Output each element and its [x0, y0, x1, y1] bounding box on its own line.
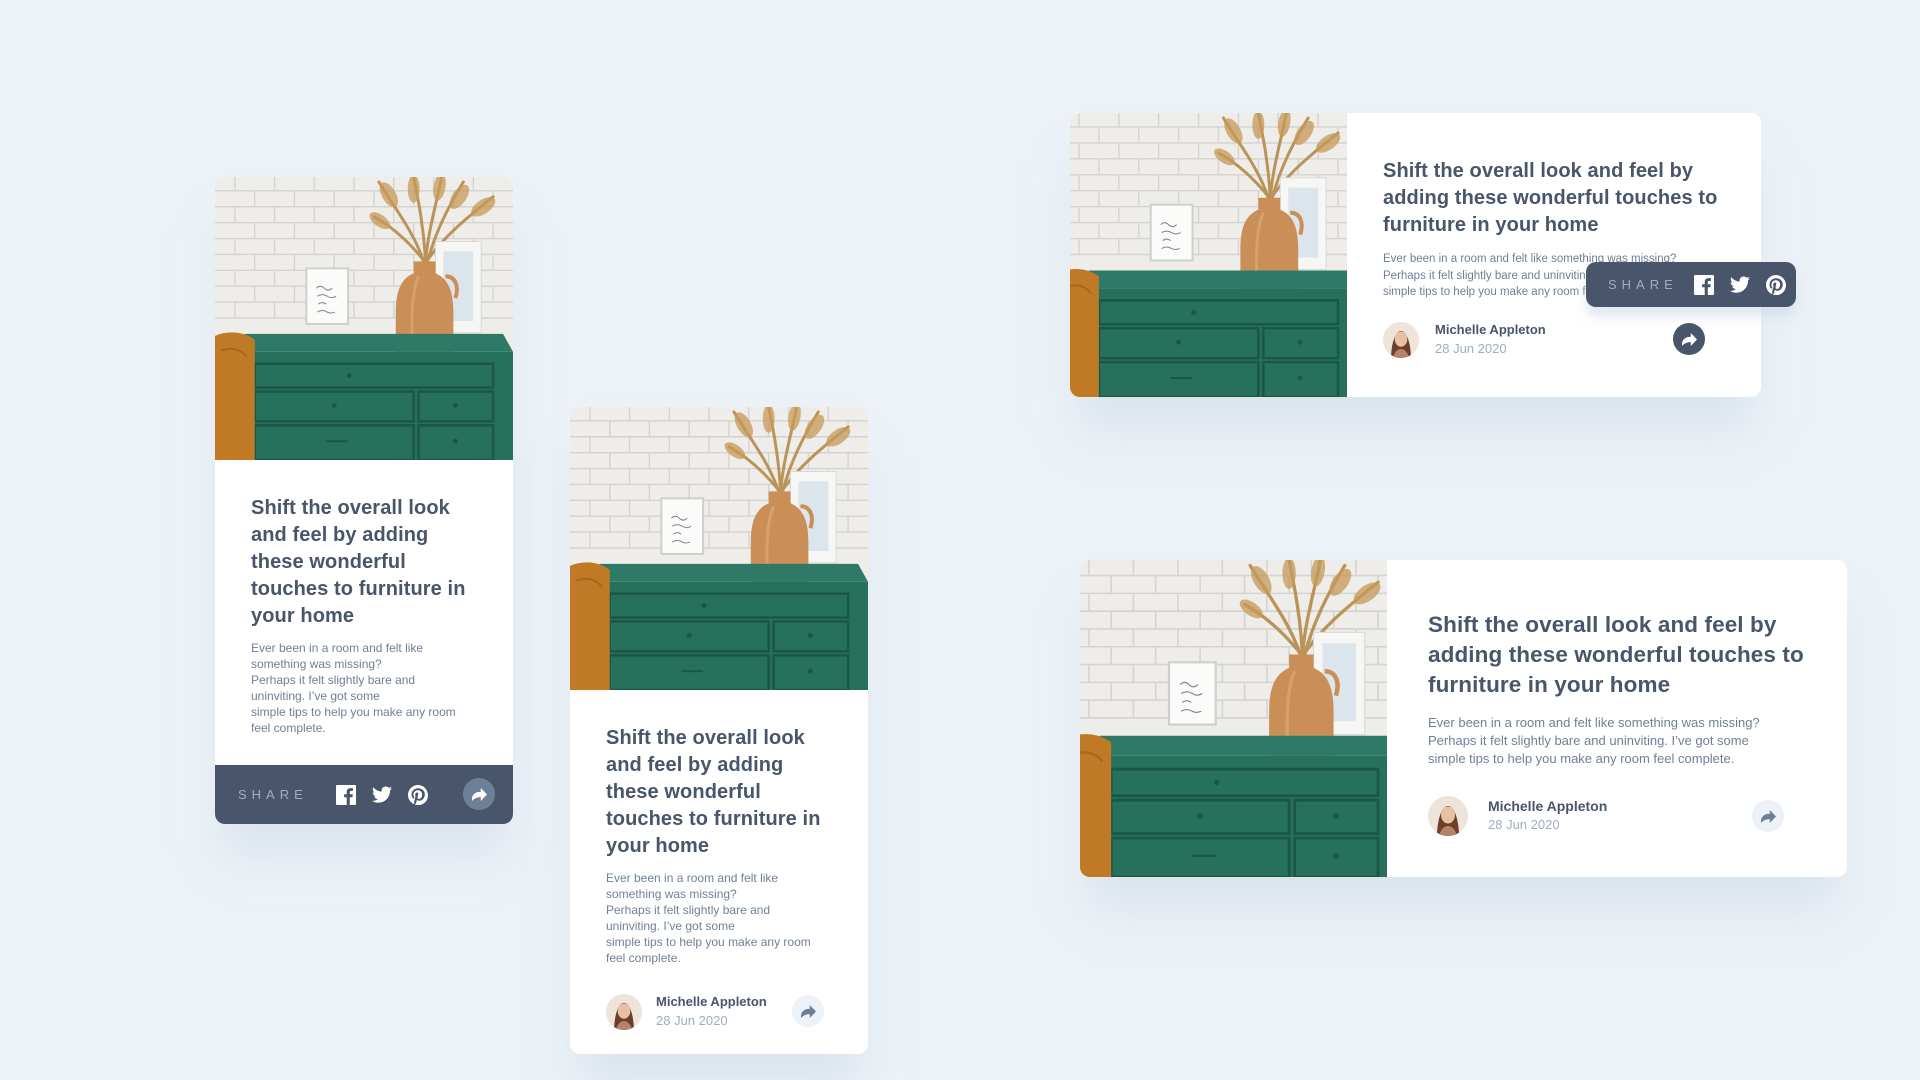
share-arrow-icon: [1760, 809, 1776, 823]
facebook-icon[interactable]: [335, 784, 356, 805]
article-image: [1080, 560, 1387, 877]
pinterest-icon[interactable]: [407, 784, 428, 805]
share-arrow-icon: [800, 1004, 816, 1018]
article-title: Shift the overall look and feel by addin…: [1383, 160, 1718, 236]
share-tooltip: SHARE: [1586, 262, 1796, 307]
share-arrow-icon: [471, 787, 487, 801]
article-title: Shift the overall look and feel by addin…: [1428, 612, 1804, 697]
avatar: [1428, 796, 1468, 836]
article-description: Ever been in a room and felt like someth…: [606, 870, 834, 966]
article-image: [1070, 113, 1347, 397]
author-meta: Michelle Appleton 28 Jun 2020: [1435, 321, 1546, 359]
social-icons: [335, 784, 428, 805]
share-button[interactable]: [463, 778, 495, 810]
article-card-desktop-share-active: Shift the overall look and feel by addin…: [1070, 113, 1761, 397]
desc-line: something was missing?: [251, 657, 382, 671]
share-label: SHARE: [1608, 277, 1678, 292]
share-button[interactable]: [792, 995, 824, 1027]
share-label: SHARE: [238, 787, 308, 802]
publish-date: 28 Jun 2020: [1435, 341, 1507, 356]
desc-line: simple tips to help you make any room: [251, 705, 456, 719]
author-name: Michelle Appleton: [656, 994, 767, 1009]
author-block: Michelle Appleton 28 Jun 2020: [606, 993, 767, 1031]
desc-line: Perhaps it felt slightly bare and: [606, 903, 771, 917]
article-card-mobile-share-active: Shift the overall look and feel by addin…: [215, 177, 513, 824]
share-button[interactable]: [1752, 800, 1784, 832]
author-meta: Michelle Appleton 28 Jun 2020: [1488, 797, 1607, 835]
desc-line: Ever been in a room and felt like: [251, 641, 424, 655]
article-title: Shift the overall look and feel by addin…: [251, 497, 466, 627]
desc-line: feel complete.: [606, 951, 681, 965]
desc-line: Perhaps it felt slightly bare and uninvi…: [1428, 733, 1749, 748]
desc-line: Perhaps it felt slightly bare and: [251, 673, 416, 687]
share-button[interactable]: [1673, 323, 1705, 355]
article-image: [215, 177, 513, 460]
avatar: [606, 994, 642, 1030]
author-name: Michelle Appleton: [1488, 798, 1608, 814]
social-icons: [1693, 274, 1786, 295]
desc-line: simple tips to help you make any room fe…: [1428, 751, 1735, 766]
article-card-mobile: Shift the overall look and feel by addin…: [570, 407, 868, 1054]
article-title: Shift the overall look and feel by addin…: [606, 727, 821, 857]
desc-line: something was missing?: [606, 887, 737, 901]
pinterest-icon[interactable]: [1765, 274, 1786, 295]
author-meta: Michelle Appleton 28 Jun 2020: [656, 993, 767, 1031]
article-description: Ever been in a room and felt like someth…: [251, 640, 479, 736]
author-block: Michelle Appleton 28 Jun 2020: [1383, 321, 1546, 359]
desc-line: uninviting. I’ve got some: [251, 689, 380, 703]
article-description: Ever been in a room and felt like someth…: [1428, 714, 1818, 768]
author-block: Michelle Appleton 28 Jun 2020: [1428, 796, 1607, 836]
publish-date: 28 Jun 2020: [656, 1013, 728, 1028]
share-bar: SHARE: [215, 765, 513, 824]
share-arrow-icon: [1681, 332, 1697, 346]
desc-line: Ever been in a room and felt like: [606, 871, 779, 885]
desc-line: Ever been in a room and felt like someth…: [1428, 715, 1760, 730]
desc-line: simple tips to help you make any room: [606, 935, 811, 949]
desc-line: uninviting. I’ve got some: [606, 919, 735, 933]
facebook-icon[interactable]: [1693, 274, 1714, 295]
article-image: [570, 407, 868, 690]
avatar: [1383, 322, 1419, 358]
article-card-desktop: Shift the overall look and feel by addin…: [1080, 560, 1847, 877]
twitter-icon[interactable]: [1729, 275, 1750, 295]
twitter-icon[interactable]: [371, 785, 392, 805]
author-name: Michelle Appleton: [1435, 322, 1546, 337]
publish-date: 28 Jun 2020: [1488, 817, 1560, 832]
desc-line: feel complete.: [251, 721, 326, 735]
